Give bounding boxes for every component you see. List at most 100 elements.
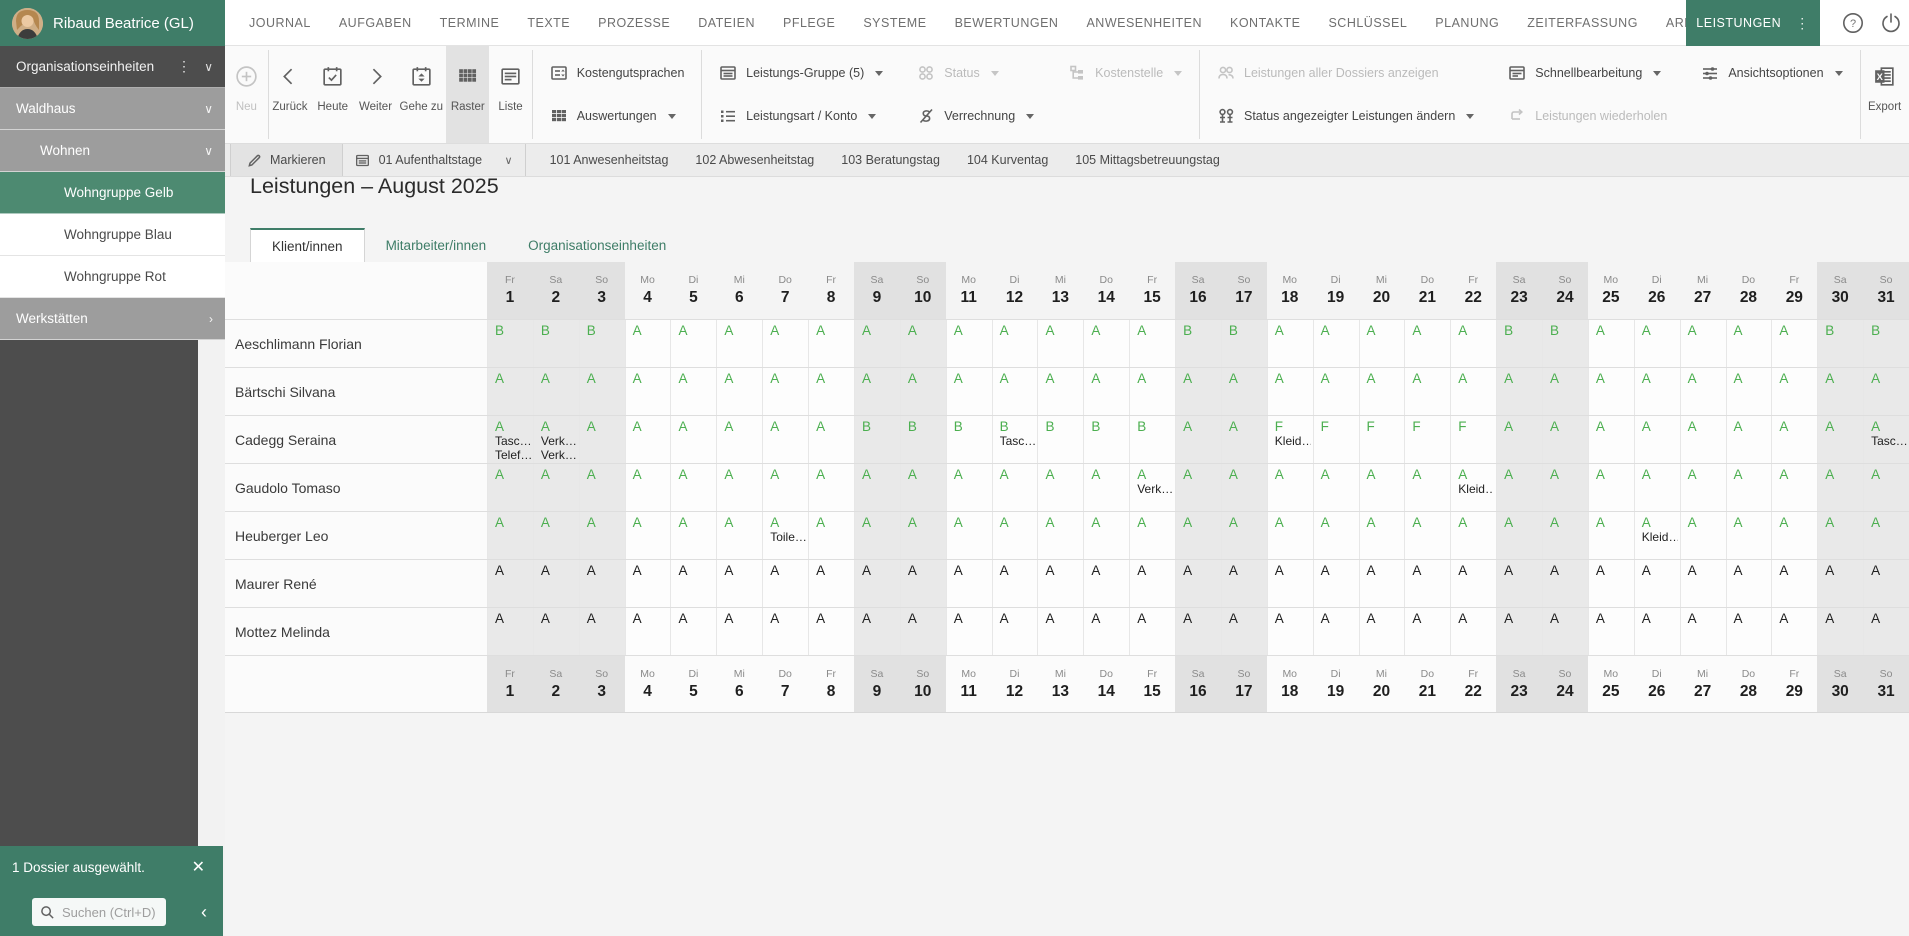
grid-cell[interactable]: A — [900, 368, 946, 415]
grid-cell[interactable]: A — [670, 320, 716, 367]
grid-cell[interactable]: A — [1450, 560, 1496, 607]
grid-cell[interactable]: A — [487, 560, 533, 607]
grid-cell[interactable]: A — [625, 368, 671, 415]
grid-cell[interactable]: A — [1129, 320, 1175, 367]
grid-cell[interactable]: A — [762, 368, 808, 415]
grid-cell[interactable]: A — [1771, 416, 1817, 463]
grid-cell[interactable]: A — [854, 464, 900, 511]
grid-cell[interactable]: A — [670, 464, 716, 511]
grid-cell[interactable]: A — [1359, 320, 1405, 367]
grid-cell[interactable]: A — [1588, 320, 1634, 367]
grid-cell[interactable]: A — [992, 512, 1038, 559]
grid-cell[interactable]: A — [946, 464, 992, 511]
more-vertical-icon[interactable]: ⋮ — [177, 58, 191, 75]
grid-cell[interactable]: A — [1083, 368, 1129, 415]
grid-cell[interactable]: A — [992, 560, 1038, 607]
row-client-name[interactable]: Aeschlimann Florian — [225, 320, 487, 367]
grid-cell[interactable]: A — [716, 608, 762, 655]
grid-cell[interactable]: B — [854, 416, 900, 463]
grid-cell[interactable]: A — [1817, 608, 1863, 655]
grid-cell[interactable]: A — [533, 512, 579, 559]
grid-cell[interactable]: A — [1680, 608, 1726, 655]
grid-cell[interactable]: A — [1313, 608, 1359, 655]
grid-cell[interactable]: A — [670, 608, 716, 655]
chevron-down-icon[interactable]: ∨ — [204, 102, 213, 116]
grid-cell[interactable]: F — [1450, 416, 1496, 463]
grid-cell[interactable]: A — [670, 512, 716, 559]
grid-cell[interactable]: A — [1680, 320, 1726, 367]
grid-cell[interactable]: A — [808, 368, 854, 415]
grid-cell[interactable]: A — [487, 368, 533, 415]
grid-cell[interactable]: A — [579, 368, 625, 415]
nav-item-schlssel[interactable]: SCHLÜSSEL — [1314, 16, 1421, 30]
grid-cell[interactable]: A — [1221, 368, 1267, 415]
grid-cell[interactable]: F — [1404, 416, 1450, 463]
grid-cell[interactable]: A — [533, 608, 579, 655]
grid-cell[interactable]: A — [1726, 608, 1772, 655]
grid-cell[interactable]: A — [1313, 512, 1359, 559]
grid-cell[interactable]: A — [1588, 464, 1634, 511]
grid-cell[interactable]: A — [1313, 560, 1359, 607]
grid-cell[interactable]: A — [487, 512, 533, 559]
grid-cell[interactable]: A — [854, 608, 900, 655]
grid-cell[interactable]: A — [1771, 608, 1817, 655]
chevron-right-icon[interactable]: › — [209, 312, 213, 326]
grid-cell[interactable]: A — [1359, 464, 1405, 511]
grid-cell[interactable]: A — [1267, 560, 1313, 607]
grid-cell[interactable]: A — [1542, 464, 1588, 511]
leistungsgruppe-select[interactable]: 01 Aufenthaltstage ∨ — [343, 144, 526, 176]
grid-cell[interactable]: A — [1634, 368, 1680, 415]
grid-cell[interactable]: A — [625, 464, 671, 511]
grid-cell[interactable]: A — [1221, 416, 1267, 463]
grid-cell[interactable]: A — [1450, 608, 1496, 655]
collapse-sidebar-icon[interactable]: ‹ — [201, 902, 207, 923]
nav-item-termine[interactable]: TERMINE — [426, 16, 514, 30]
row-client-name[interactable]: Maurer René — [225, 560, 487, 607]
grid-cell[interactable]: A — [716, 320, 762, 367]
grid-cell[interactable]: A — [1771, 320, 1817, 367]
grid-cell[interactable]: A — [579, 512, 625, 559]
grid-cell[interactable]: A — [1267, 320, 1313, 367]
grid-cell[interactable]: A — [1450, 368, 1496, 415]
grid-cell[interactable]: A — [808, 560, 854, 607]
grid-cell[interactable]: A — [716, 464, 762, 511]
grid-cell[interactable]: A — [1313, 464, 1359, 511]
ansichtsoptionen-dropdown[interactable]: Ansichtsoptionen — [1688, 52, 1855, 95]
grid-cell[interactable]: A — [1175, 608, 1221, 655]
grid-cell[interactable]: A — [1588, 608, 1634, 655]
grid-cell[interactable]: A — [1083, 560, 1129, 607]
grid-cell[interactable]: A — [1588, 368, 1634, 415]
grid-cell[interactable]: A — [1588, 416, 1634, 463]
grid-cell[interactable]: A — [762, 320, 808, 367]
list-view-button[interactable]: Liste — [489, 46, 532, 143]
grid-cell[interactable]: A — [1404, 320, 1450, 367]
grid-cell[interactable]: A — [808, 416, 854, 463]
nav-item-bewertungen[interactable]: BEWERTUNGEN — [941, 16, 1073, 30]
grid-cell[interactable]: A — [1863, 368, 1909, 415]
grid-cell[interactable]: A — [1221, 464, 1267, 511]
grid-cell[interactable]: B — [1221, 320, 1267, 367]
grid-cell[interactable]: A — [1496, 464, 1542, 511]
grid-cell[interactable]: A — [1359, 560, 1405, 607]
grid-cell[interactable]: A — [1726, 320, 1772, 367]
grid-cell[interactable]: A — [1359, 512, 1405, 559]
grid-cell[interactable]: FKleid… — [1267, 416, 1313, 463]
grid-cell[interactable]: A — [1542, 368, 1588, 415]
verrechnung-dropdown[interactable]: Verrechnung — [904, 95, 1047, 138]
sidebar-item-wohngruppe-blau[interactable]: Wohngruppe Blau — [0, 214, 225, 256]
grid-cell[interactable]: A — [1129, 560, 1175, 607]
forward-button[interactable]: Weiter — [354, 46, 397, 143]
nav-item-leistungen-active[interactable]: LEISTUNGEN ⋮ — [1686, 0, 1820, 46]
grid-cell[interactable]: A — [900, 512, 946, 559]
grid-cell[interactable]: A — [808, 512, 854, 559]
legend-item[interactable]: 103 Beratungstag — [841, 153, 940, 167]
grid-cell[interactable]: A — [1817, 416, 1863, 463]
sidebar-item-wohngruppe-gelb[interactable]: Wohngruppe Gelb — [0, 172, 225, 214]
grid-cell[interactable]: F — [1313, 416, 1359, 463]
grid-cell[interactable]: A — [900, 320, 946, 367]
grid-cell[interactable]: A — [487, 608, 533, 655]
nav-item-pflege[interactable]: PFLEGE — [769, 16, 849, 30]
legend-item[interactable]: 101 Anwesenheitstag — [550, 153, 669, 167]
grid-cell[interactable]: A — [625, 320, 671, 367]
grid-cell[interactable]: A — [579, 416, 625, 463]
